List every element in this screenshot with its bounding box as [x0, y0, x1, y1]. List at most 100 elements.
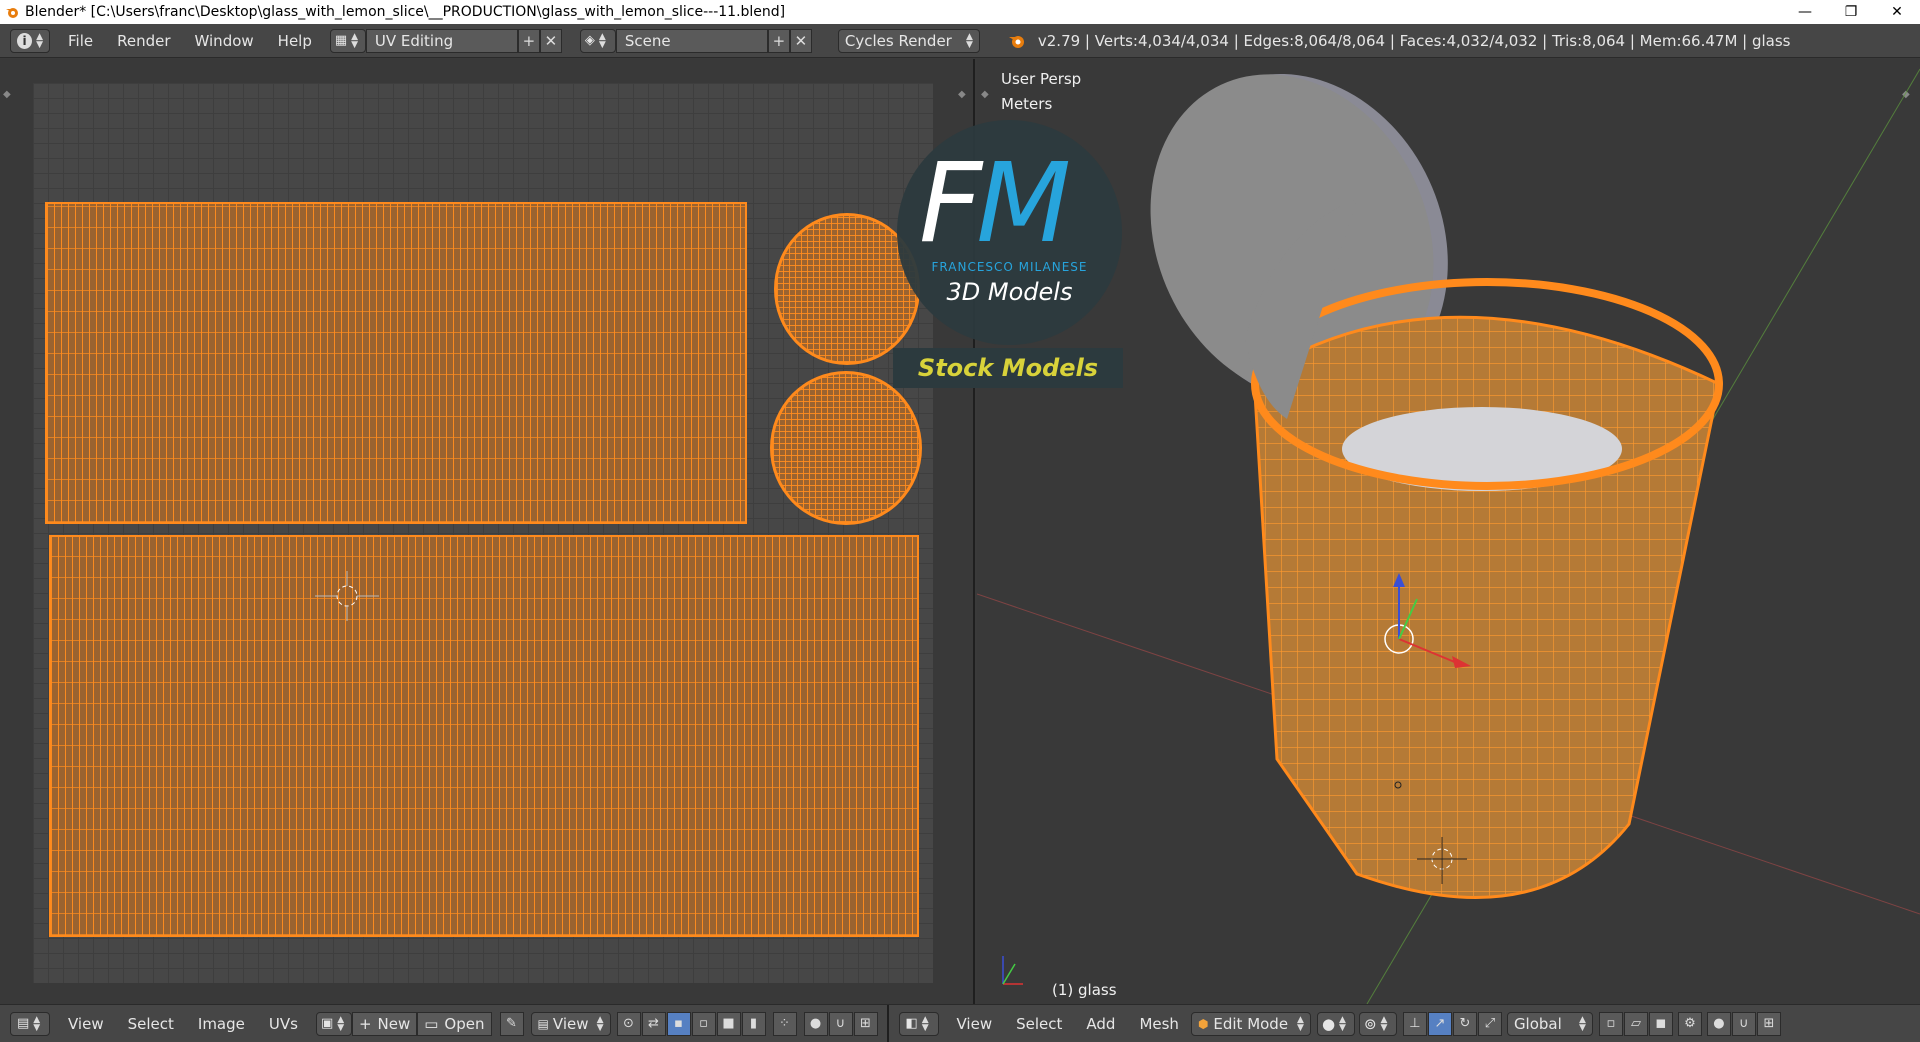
open-image-button[interactable]: ▭ Open [417, 1011, 492, 1036]
viewport-proportional-edit-button[interactable]: ● [1706, 1011, 1731, 1036]
arrow-icon: ↗ [1434, 1016, 1446, 1031]
scene-name-field[interactable]: Scene [615, 28, 768, 53]
watermark-letter-f: F [919, 139, 982, 267]
viewport-snap-element-button[interactable]: ⊞ [1756, 1011, 1781, 1036]
select-vertex-button[interactable]: ▪ [666, 1011, 691, 1036]
scene-selector[interactable]: ◈ ▲ ▼ [579, 28, 616, 53]
view3d-menu-select[interactable]: Select [1004, 1007, 1074, 1041]
uv-island-disc-bottom[interactable] [770, 371, 922, 525]
uv-image-editor[interactable]: ◆ ◆ [0, 59, 975, 1004]
snap-element-icon: ⊞ [860, 1016, 871, 1031]
add-screen-button[interactable]: + [517, 28, 540, 53]
uv-menu-uvs[interactable]: UVs [257, 1007, 310, 1041]
pin-icon: ✎ [506, 1016, 517, 1031]
menu-render[interactable]: Render [105, 24, 182, 58]
vertex-mode-icon: ▫ [1606, 1016, 1616, 1031]
vertex-select-mode-button[interactable]: ▫ [1598, 1011, 1623, 1036]
uv-menu-view[interactable]: View [56, 1007, 116, 1041]
scene-icon: ◈ [584, 33, 595, 48]
editor-separator [886, 1004, 889, 1042]
menu-help[interactable]: Help [266, 24, 324, 58]
edge-select-mode-button[interactable]: ▱ [1623, 1011, 1648, 1036]
magnet-icon: ∪ [835, 1016, 846, 1031]
folder-icon: ▭ [424, 1014, 439, 1033]
region-toggle-right-icon[interactable]: ◆ [958, 89, 966, 100]
sticky-select-icon: ⁘ [779, 1016, 790, 1031]
updown-arrows-icon: ▲ ▼ [337, 1014, 345, 1033]
island-select-icon: ▮ [749, 1016, 758, 1031]
view3d-menu-mesh[interactable]: Mesh [1127, 1007, 1191, 1041]
watermark-tagline: 3D Models [946, 278, 1073, 306]
rotate-icon: ↻ [1459, 1016, 1471, 1031]
minimize-button[interactable]: — [1782, 0, 1828, 24]
proportional-edit-icon: ● [1713, 1016, 1725, 1031]
menu-window[interactable]: Window [183, 24, 266, 58]
editor-type-info-button[interactable]: i ▲ ▼ [10, 28, 50, 53]
pivot-icon: ⊙ [623, 1016, 634, 1031]
add-scene-button[interactable]: + [767, 28, 790, 53]
info-icon: i [17, 32, 33, 49]
close-window-button[interactable]: ✕ [1874, 0, 1920, 24]
pivot-button[interactable]: ⊙ [616, 1011, 641, 1036]
proportional-edit-button[interactable]: ● [803, 1011, 828, 1036]
select-face-button[interactable]: ■ [716, 1011, 741, 1036]
editor-headers: ▤ ▲ ▼ View Select Image UVs ▣ ▲ ▼ + New ▭ … [0, 1004, 1920, 1042]
manipulator-toggle-button[interactable]: ⊥ [1402, 1011, 1427, 1036]
snap-button[interactable]: ∪ [828, 1011, 853, 1036]
uv-menu-select[interactable]: Select [116, 1007, 186, 1041]
uv-island-strip-bottom[interactable] [49, 535, 919, 937]
sticky-select-button[interactable]: ⁘ [772, 1011, 797, 1036]
select-island-button[interactable]: ▮ [741, 1011, 766, 1036]
pin-image-button[interactable]: ✎ [499, 1011, 524, 1036]
view-mode-dropdown[interactable]: ▤ View ▲ ▼ [530, 1011, 611, 1036]
updown-arrows-icon: ▲ ▼ [33, 1014, 41, 1033]
uv-island-strip-top[interactable] [45, 202, 747, 524]
uv-menu-image[interactable]: Image [186, 1007, 257, 1041]
updown-arrows-icon: ▲ ▼ [351, 31, 359, 50]
delete-scene-button[interactable]: ✕ [789, 28, 812, 53]
interaction-mode-label: Edit Mode [1213, 1014, 1289, 1033]
new-image-button[interactable]: + New [351, 1011, 418, 1036]
view-mode-label: View [552, 1014, 589, 1033]
viewport-shading-dropdown[interactable]: ● ▲ ▼ [1316, 1011, 1355, 1036]
2d-cursor-icon[interactable] [315, 571, 379, 621]
active-object-label: (1) glass [1052, 981, 1117, 999]
pivot-point-dropdown[interactable]: ⊚ ▲ ▼ [1358, 1011, 1397, 1036]
snap-element-button[interactable]: ⊞ [853, 1011, 878, 1036]
interaction-mode-dropdown[interactable]: ⬢ Edit Mode ▲ ▼ [1190, 1011, 1311, 1036]
editor-type-3d-view-button[interactable]: ◧ ▲ ▼ [898, 1011, 939, 1036]
scale-manipulator-button[interactable]: ⤢ [1477, 1011, 1502, 1036]
close-icon: ✕ [544, 31, 558, 50]
updown-arrows-icon: ▲ ▼ [965, 31, 973, 50]
plus-icon: + [772, 31, 786, 50]
updown-arrows-icon: ▲ ▼ [596, 1014, 604, 1033]
pivot-point-icon: ⊚ [1363, 1014, 1377, 1033]
screen-layout-selector[interactable]: ▦ ▲ ▼ [329, 28, 366, 53]
solid-shading-icon: ● [1321, 1014, 1336, 1033]
uv-grid-canvas[interactable] [33, 83, 933, 983]
translate-manipulator-button[interactable]: ↗ [1427, 1011, 1452, 1036]
sync-selection-button[interactable]: ⇄ [641, 1011, 666, 1036]
screen-layout-name-field[interactable]: UV Editing [365, 28, 518, 53]
region-toggle-left-icon[interactable]: ◆ [3, 89, 11, 100]
transform-orientation-dropdown[interactable]: Global ▲ ▼ [1506, 1011, 1593, 1036]
select-edge-button[interactable]: ▫ [691, 1011, 716, 1036]
menu-file[interactable]: File [56, 24, 105, 58]
updown-arrows-icon: ▲ ▼ [1339, 1014, 1346, 1033]
render-engine-dropdown[interactable]: Cycles Render ▲ ▼ [837, 28, 980, 53]
updown-arrows-icon: ▲ ▼ [1380, 1014, 1388, 1033]
watermark-logo: FM [919, 148, 1071, 258]
editor-type-image-button[interactable]: ▤ ▲ ▼ [10, 1011, 50, 1036]
view3d-menu-view[interactable]: View [945, 1007, 1005, 1041]
restore-button[interactable]: ❐ [1828, 0, 1874, 24]
viewport-snap-button[interactable]: ∪ [1731, 1011, 1756, 1036]
delete-screen-button[interactable]: ✕ [539, 28, 562, 53]
rotate-manipulator-button[interactable]: ↻ [1452, 1011, 1477, 1036]
occlude-geometry-button[interactable]: ⚙ [1677, 1011, 1702, 1036]
occlude-icon: ⚙ [1684, 1016, 1696, 1031]
magnet-icon: ∪ [1739, 1016, 1749, 1031]
face-select-mode-button[interactable]: ◼ [1648, 1011, 1673, 1036]
face-select-icon: ■ [722, 1016, 735, 1031]
image-browse-button[interactable]: ▣ ▲ ▼ [315, 1011, 352, 1036]
view3d-menu-add[interactable]: Add [1074, 1007, 1127, 1041]
